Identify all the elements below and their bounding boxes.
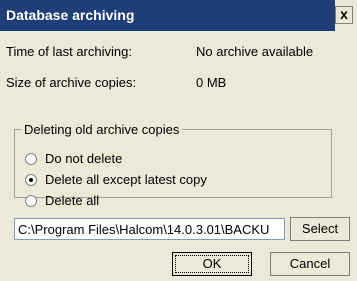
radio-label: Do not delete xyxy=(45,151,123,166)
last-archiving-value: No archive available xyxy=(196,44,314,59)
radio-do-not-delete[interactable]: Do not delete xyxy=(25,151,122,166)
title-bar: Database archiving x xyxy=(0,0,357,31)
radio-button-icon[interactable] xyxy=(25,152,37,165)
archive-size-label: Size of archive copies: xyxy=(6,75,137,90)
radio-button-checked-icon[interactable] xyxy=(25,173,37,186)
radio-label: Delete all except latest copy xyxy=(45,172,207,187)
deleting-options-group: Deleting old archive copies Do not delet… xyxy=(14,122,332,208)
cancel-button[interactable]: Cancel xyxy=(270,252,350,276)
title-bar-fill: Database archiving xyxy=(0,0,335,31)
last-archiving-label: Time of last archiving: xyxy=(6,44,132,59)
select-button[interactable]: Select xyxy=(290,217,350,241)
archive-path-input[interactable] xyxy=(14,218,285,240)
window-title: Database archiving xyxy=(6,7,135,23)
radio-button-icon[interactable] xyxy=(25,194,37,207)
close-icon: x xyxy=(340,6,348,22)
ok-button[interactable]: OK xyxy=(172,252,252,276)
radio-label: Delete all xyxy=(45,193,100,208)
radio-delete-all-except-latest[interactable]: Delete all except latest copy xyxy=(25,172,207,187)
close-button[interactable]: x xyxy=(335,6,353,24)
radio-delete-all[interactable]: Delete all xyxy=(25,193,99,208)
deleting-options-legend: Deleting old archive copies xyxy=(21,122,183,137)
archive-size-value: 0 MB xyxy=(196,75,227,90)
database-archiving-dialog: Database archiving x Time of last archiv… xyxy=(0,0,357,281)
